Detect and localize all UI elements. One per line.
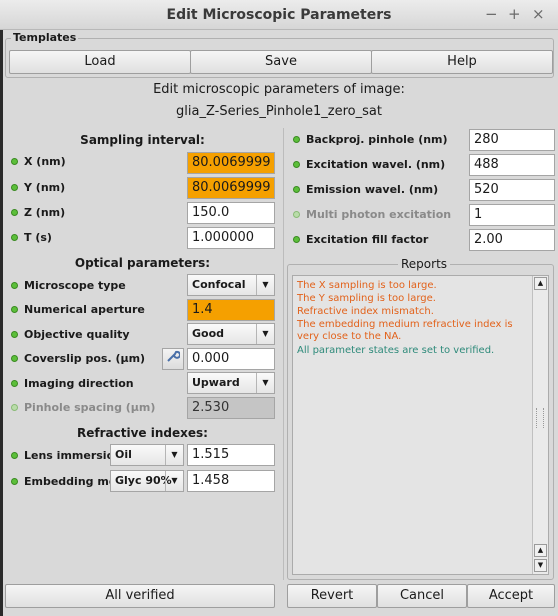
help-button[interactable]: Help: [371, 50, 553, 74]
scroll-grip[interactable]: [536, 408, 544, 428]
all-verified-button[interactable]: All verified: [5, 584, 275, 608]
coverslip-label: Coverslip pos. (µm): [24, 352, 146, 365]
cancel-button[interactable]: Cancel: [377, 584, 467, 608]
backproj-pinhole-input[interactable]: 280: [469, 129, 555, 151]
microscope-type-select[interactable]: Confocal ▼: [187, 274, 275, 296]
optical-title: Optical parameters:: [74, 256, 211, 270]
refractive-title: Refractive indexes:: [77, 426, 208, 440]
embedding-medium-input[interactable]: 1.458: [187, 470, 275, 492]
revert-button[interactable]: Revert: [287, 584, 377, 608]
coverslip-input[interactable]: 0.000: [187, 348, 275, 370]
imaging-direction-select[interactable]: Upward ▼: [187, 372, 275, 394]
report-line: The X sampling is too large.: [297, 280, 437, 291]
chevron-down-icon: ▼: [165, 471, 183, 491]
excitation-fill-label: Excitation fill factor: [306, 233, 429, 246]
pinhole-spacing-input: 2.530: [187, 397, 275, 419]
emission-wavelength-label: Emission wavel. (nm): [306, 183, 439, 196]
z-sampling-input[interactable]: 150.0: [187, 202, 275, 224]
multi-photon-input[interactable]: 1: [469, 204, 555, 226]
sampling-title: Sampling interval:: [80, 133, 205, 147]
scroll-up-icon[interactable]: ▲: [534, 277, 547, 290]
microscope-type-value: Confocal: [192, 278, 246, 291]
report-line: The embedding medium refractive index is…: [297, 319, 513, 342]
status-dot: [11, 331, 18, 338]
status-dot: [11, 234, 18, 241]
excitation-wavelength-input[interactable]: 488: [469, 154, 555, 176]
embedding-medium-value: Glyc 90%: [115, 474, 172, 487]
window-title: Edit Microscopic Parameters: [166, 7, 392, 23]
lens-immersion-label: Lens immersion: [24, 449, 122, 462]
minimize-icon[interactable]: −: [485, 5, 498, 23]
status-dot: [11, 282, 18, 289]
status-dot: [293, 236, 300, 243]
chevron-down-icon: ▼: [256, 324, 274, 344]
chevron-down-icon: ▼: [256, 373, 274, 393]
y-label: Y (nm): [24, 181, 66, 194]
status-dot: [11, 306, 18, 313]
accept-button[interactable]: Accept: [467, 584, 555, 608]
reports-scrollbar[interactable]: ▲ ▲ ▼: [532, 276, 548, 574]
heading-line1: Edit microscopic parameters of image:: [153, 82, 405, 97]
excitation-wavelength-label: Excitation wavel. (nm): [306, 158, 446, 171]
lens-immersion-select[interactable]: Oil ▼: [110, 444, 184, 466]
imaging-direction-value: Upward: [192, 376, 240, 389]
lens-immersion-medium: Oil: [115, 448, 132, 461]
status-dot: [293, 136, 300, 143]
reports-title: Reports: [398, 257, 451, 271]
emission-wavelength-input[interactable]: 520: [469, 179, 555, 201]
status-dot: [11, 478, 18, 485]
x-label: X (nm): [24, 155, 66, 168]
status-dot: [11, 404, 18, 411]
status-dot: [293, 161, 300, 168]
maximize-icon[interactable]: +: [508, 5, 521, 23]
scroll-up-icon[interactable]: ▲: [534, 544, 547, 557]
reports-log[interactable]: The X sampling is too large. The Y sampl…: [292, 275, 549, 575]
microscope-type-label: Microscope type: [24, 279, 126, 292]
numerical-aperture-input[interactable]: 1.4: [187, 299, 275, 321]
status-dot: [11, 355, 18, 362]
multi-photon-label: Multi photon excitation: [306, 208, 452, 221]
imaging-direction-label: Imaging direction: [24, 377, 134, 390]
title-bar[interactable]: Edit Microscopic Parameters − + ×: [0, 0, 558, 30]
scroll-down-icon[interactable]: ▼: [534, 559, 547, 572]
lens-immersion-input[interactable]: 1.515: [187, 444, 275, 466]
wrench-icon[interactable]: [162, 348, 184, 370]
objective-quality-select[interactable]: Good ▼: [187, 323, 275, 345]
status-dot: [11, 380, 18, 387]
report-line: Refractive index mismatch.: [297, 306, 434, 317]
numerical-aperture-label: Numerical aperture: [24, 303, 145, 316]
embedding-medium-select[interactable]: Glyc 90% ▼: [110, 470, 184, 492]
t-label: T (s): [24, 231, 52, 244]
status-dot: [11, 452, 18, 459]
column-divider: [283, 128, 284, 580]
pinhole-spacing-label: Pinhole spacing (µm): [24, 401, 156, 414]
z-label: Z (nm): [24, 206, 66, 219]
t-sampling-input[interactable]: 1.000000: [187, 227, 275, 249]
chevron-down-icon: ▼: [256, 275, 274, 295]
excitation-fill-input[interactable]: 2.00: [469, 229, 555, 251]
templates-group: Templates Load Save Help: [5, 31, 554, 78]
chevron-down-icon: ▼: [165, 445, 183, 465]
status-dot: [11, 158, 18, 165]
image-name: glia_Z-Series_Pinhole1_zero_sat: [176, 104, 382, 119]
y-sampling-input[interactable]: 80.0069999: [187, 177, 275, 199]
x-sampling-input[interactable]: 80.0069999: [187, 152, 275, 174]
templates-label: Templates: [11, 31, 79, 44]
report-line: All parameter states are set to verified…: [297, 345, 495, 356]
status-dot: [11, 209, 18, 216]
status-dot: [293, 186, 300, 193]
report-line: The Y sampling is too large.: [297, 293, 436, 304]
save-button[interactable]: Save: [190, 50, 372, 74]
objective-quality-value: Good: [192, 327, 225, 340]
backproj-pinhole-label: Backproj. pinhole (nm): [306, 133, 448, 146]
close-icon[interactable]: ×: [532, 5, 545, 23]
load-button[interactable]: Load: [9, 50, 191, 74]
status-dot: [293, 211, 300, 218]
reports-group: Reports The X sampling is too large. The…: [287, 257, 554, 580]
objective-quality-label: Objective quality: [24, 328, 130, 341]
status-dot: [11, 184, 18, 191]
